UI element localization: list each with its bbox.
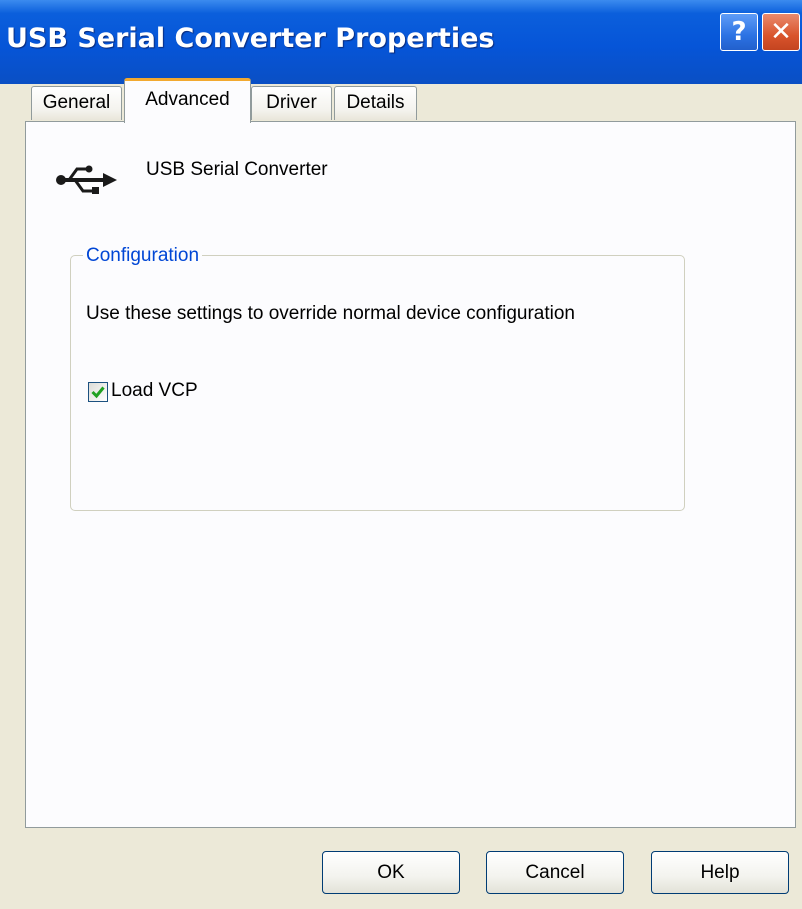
tab-advanced[interactable]: Advanced (124, 78, 251, 123)
close-button[interactable]: ✕ (762, 13, 800, 51)
checkmark-icon (91, 386, 105, 399)
tab-general[interactable]: General (31, 86, 122, 120)
configuration-description: Use these settings to override normal de… (86, 303, 575, 324)
ok-button[interactable]: OK (322, 851, 460, 894)
load-vcp-label[interactable]: Load VCP (111, 380, 198, 402)
load-vcp-checkbox[interactable] (88, 382, 108, 402)
tab-driver[interactable]: Driver (251, 86, 332, 120)
configuration-group-title: Configuration (83, 245, 203, 267)
tab-details[interactable]: Details (334, 86, 417, 120)
cancel-button[interactable]: Cancel (486, 851, 624, 894)
title-bar[interactable]: USB Serial Converter Properties ? ✕ (0, 0, 802, 84)
help-title-button[interactable]: ? (720, 13, 758, 51)
device-name: USB Serial Converter (146, 159, 328, 180)
help-button[interactable]: Help (651, 851, 789, 894)
usb-icon (53, 160, 121, 200)
window-title: USB Serial Converter Properties (6, 23, 495, 54)
properties-dialog: USB Serial Converter Properties ? ✕ Gene… (0, 0, 802, 909)
